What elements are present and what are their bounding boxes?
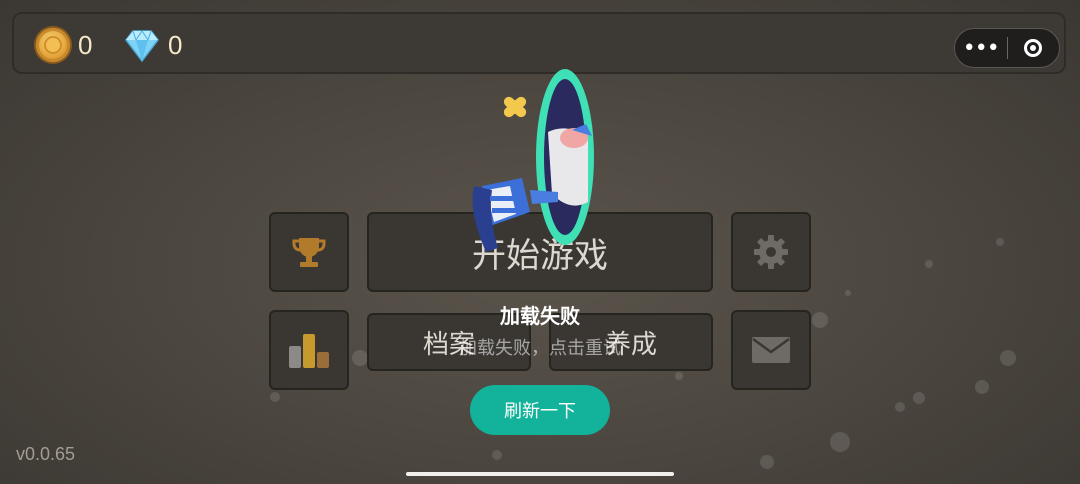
coin-icon [36, 28, 70, 62]
bg-particle [913, 392, 925, 404]
bg-particle [925, 260, 933, 268]
close-program-button[interactable] [1007, 39, 1059, 57]
bg-particle [845, 290, 851, 296]
bg-particle [996, 238, 1004, 246]
coin-counter: 0 [36, 14, 92, 76]
mini-program-capsule: ••• [954, 28, 1060, 68]
trophy-icon [292, 238, 326, 267]
refresh-button[interactable]: 刷新一下 [470, 385, 610, 435]
load-failed-title: 加载失败 [500, 304, 580, 328]
bg-particle [830, 432, 850, 452]
refresh-label: 刷新一下 [504, 401, 576, 422]
bg-particle [975, 380, 989, 394]
home-indicator[interactable] [406, 472, 674, 476]
leaderboard-button[interactable] [269, 212, 349, 292]
portal-mascot-illustration [472, 69, 594, 252]
load-failed-message: 加载失败，点击重试 [459, 338, 621, 359]
more-menu-button[interactable]: ••• [955, 36, 1007, 61]
gem-counter: 0 [124, 14, 182, 76]
coin-count: 0 [78, 29, 93, 60]
sparkle-icon [503, 96, 527, 118]
bg-particle [675, 372, 683, 380]
bg-particle [760, 455, 774, 469]
gear-icon [754, 235, 788, 269]
bg-particle [270, 392, 280, 402]
diamond-icon [125, 30, 159, 63]
target-icon [1024, 39, 1043, 57]
gem-count: 0 [168, 29, 183, 60]
version-label: v0.0.65 [16, 444, 76, 464]
settings-button[interactable] [731, 212, 811, 292]
bg-particle [492, 450, 502, 460]
bg-particle [895, 402, 905, 412]
